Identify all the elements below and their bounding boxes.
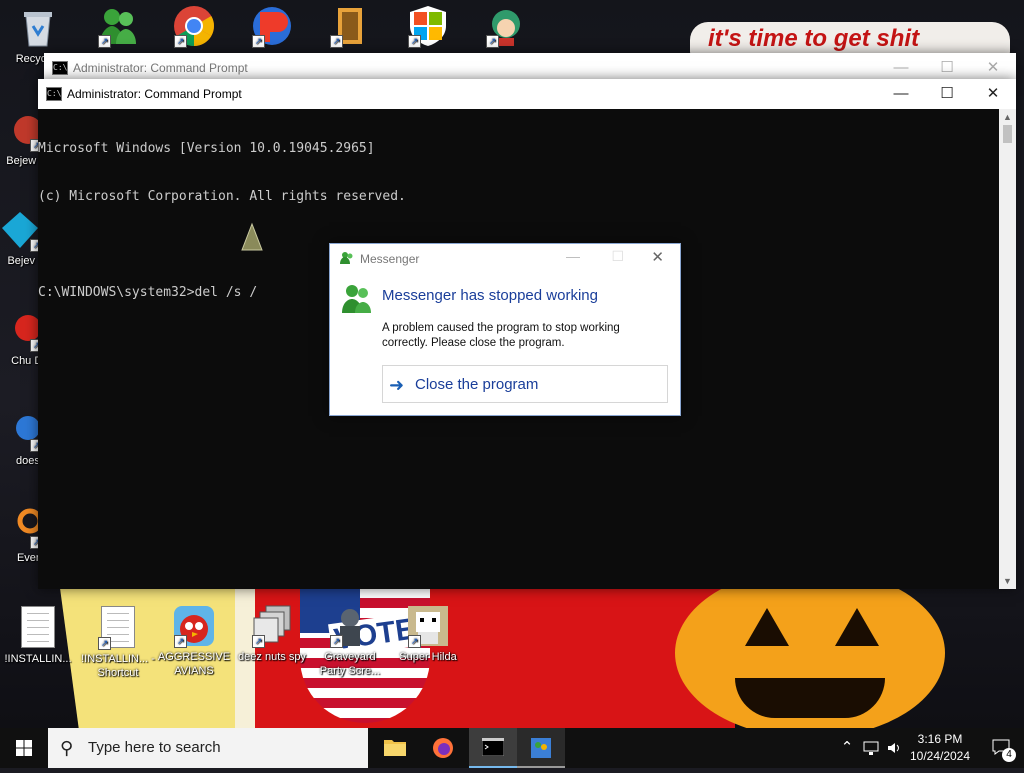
windows-logo-icon bbox=[16, 740, 32, 756]
window-stack-icon: ↗ bbox=[250, 604, 294, 648]
firefox-icon bbox=[433, 738, 453, 758]
maximize-button[interactable]: ☐ bbox=[924, 79, 970, 109]
arrow-right-icon: ➜ bbox=[389, 375, 405, 395]
chrome-icon: ↗ bbox=[172, 4, 216, 48]
messenger-taskbar-icon bbox=[531, 738, 551, 758]
cmd-icon: C:\ bbox=[46, 87, 62, 101]
start-button[interactable] bbox=[0, 728, 48, 768]
recycle-bin-icon bbox=[16, 6, 60, 50]
desktop-icon-installin[interactable]: !INSTALLIN... bbox=[0, 604, 76, 666]
desktop-icon-label: AGGRESSIVE AVIANS bbox=[157, 651, 231, 677]
desktop-icon-label: !INSTALLIN... - Shortcut bbox=[81, 653, 155, 679]
desktop-icon-deez-nuts-spy[interactable]: ↗ deez nuts spy bbox=[234, 604, 310, 664]
minimize-button[interactable]: — bbox=[878, 79, 924, 109]
clock[interactable]: 3:16 PM 10/24/2024 bbox=[905, 731, 975, 765]
search-box[interactable]: ⚲ Type here to search bbox=[48, 728, 368, 768]
title-bar[interactable]: C:\ Administrator: Command Prompt — ☐ ✕ bbox=[38, 79, 1016, 109]
desktop-icon-aggressive-avians[interactable]: ↗ AGGRESSIVE AVIANS bbox=[156, 604, 232, 678]
dialog-title: Messenger bbox=[360, 252, 420, 266]
p-logo-icon: ↗ bbox=[250, 4, 294, 48]
close-program-label: Close the program bbox=[415, 376, 539, 393]
terminal-icon bbox=[481, 737, 505, 757]
window-title: Administrator: Command Prompt bbox=[67, 87, 242, 101]
document-icon: ↗ bbox=[96, 606, 140, 650]
window-title: Administrator: Command Prompt bbox=[73, 61, 248, 75]
taskbar-command-prompt[interactable] bbox=[469, 728, 517, 768]
pumpkin-mouth bbox=[735, 678, 885, 718]
desktop-icon-graveyard[interactable]: ↗ Graveyard Party Scre... bbox=[312, 604, 388, 678]
close-button[interactable]: ✕ bbox=[651, 248, 664, 266]
chuzzle-icon: ↗ bbox=[0, 308, 43, 352]
windows-shield-icon: ↗ bbox=[406, 4, 450, 48]
folder-icon bbox=[384, 740, 406, 756]
action-center-button[interactable]: 4 bbox=[978, 728, 1024, 768]
document-icon bbox=[16, 606, 60, 650]
volume-icon[interactable] bbox=[884, 728, 904, 768]
busy-cursor-icon bbox=[241, 222, 263, 251]
maximize-button[interactable]: ☐ bbox=[611, 248, 624, 265]
console-line: (c) Microsoft Corporation. All rights re… bbox=[38, 189, 406, 204]
vertical-scrollbar[interactable]: ▲ ▼ bbox=[999, 109, 1016, 589]
network-icon[interactable] bbox=[860, 728, 882, 768]
minimize-button[interactable]: — bbox=[566, 248, 580, 264]
scrollbar-thumb[interactable] bbox=[1003, 125, 1012, 143]
taskbar-messenger[interactable] bbox=[517, 728, 565, 768]
bejeweled-icon: ↗ bbox=[0, 108, 43, 152]
wallpaper-pumpkin bbox=[675, 568, 945, 728]
orange-app-icon: ↗ bbox=[0, 505, 43, 549]
cmd-icon: C:\ bbox=[52, 61, 68, 75]
folder-app-icon: ↗ bbox=[328, 4, 372, 48]
close-button[interactable]: ✕ bbox=[970, 79, 1016, 109]
dialog-message: A problem caused the program to stop wor… bbox=[382, 322, 620, 349]
pumpkin-eye bbox=[745, 608, 789, 646]
desktop-icon-super-hilda[interactable]: ↗ Super Hilda bbox=[390, 604, 466, 664]
desktop-icon-label: Graveyard Party Scre... bbox=[319, 651, 381, 677]
desktop-icon-messenger[interactable]: ↗ bbox=[80, 4, 156, 50]
desktop-icon-character-app[interactable]: ↗ bbox=[468, 4, 544, 50]
bejeweled-gem-icon: ↗ bbox=[0, 208, 43, 252]
pixel-character-icon: ↗ bbox=[406, 604, 450, 648]
taskbar-file-explorer[interactable] bbox=[371, 728, 419, 768]
clock-time: 3:16 PM bbox=[917, 732, 963, 746]
error-dialog[interactable]: Messenger — ☐ ✕ Messenger has stopped wo… bbox=[329, 243, 681, 416]
messenger-icon bbox=[342, 285, 371, 313]
desktop-icon-p-app[interactable]: ↗ bbox=[234, 4, 310, 50]
messenger-people-icon: ↗ bbox=[96, 4, 140, 48]
blue-figure-icon: ↗ bbox=[0, 408, 43, 452]
console-line: Microsoft Windows [Version 10.0.19045.29… bbox=[38, 141, 375, 156]
graveyard-icon: ↗ bbox=[328, 604, 372, 648]
show-hidden-icons-button[interactable]: ⌃ bbox=[838, 728, 856, 768]
scroll-up-icon[interactable]: ▲ bbox=[999, 109, 1016, 125]
angry-bird-icon: ↗ bbox=[172, 604, 216, 648]
clock-date: 10/24/2024 bbox=[909, 749, 971, 763]
desktop-icon-installin-shortcut[interactable]: ↗ !INSTALLIN... - Shortcut bbox=[80, 604, 156, 680]
anime-character-icon: ↗ bbox=[484, 4, 528, 48]
desktop-icon-chrome[interactable]: ↗ bbox=[156, 4, 232, 50]
messenger-small-icon bbox=[340, 252, 353, 264]
desktop-icon-label: deez nuts spy bbox=[238, 651, 306, 663]
notification-count-badge: 4 bbox=[1002, 748, 1016, 762]
desktop-icon-label: Super Hilda bbox=[399, 651, 457, 663]
desktop-icon-windows-shield[interactable]: ↗ bbox=[390, 4, 466, 50]
close-program-button[interactable]: ➜ Close the program bbox=[382, 365, 668, 403]
pumpkin-eye bbox=[835, 608, 879, 646]
dialog-heading: Messenger has stopped working bbox=[382, 287, 598, 304]
scroll-down-icon[interactable]: ▼ bbox=[999, 573, 1016, 589]
wallpaper-sign: it's time to get shit bbox=[690, 22, 1010, 56]
taskbar: ⚲ Type here to search ⌃ 3:16 PM 10/24/20… bbox=[0, 728, 1024, 768]
search-placeholder: Type here to search bbox=[88, 739, 221, 756]
taskbar-firefox[interactable] bbox=[419, 728, 467, 768]
desktop-icon-folder-app[interactable]: ↗ bbox=[312, 4, 388, 50]
desktop-icon-label: !INSTALLIN... bbox=[4, 653, 72, 665]
search-icon: ⚲ bbox=[60, 738, 74, 758]
